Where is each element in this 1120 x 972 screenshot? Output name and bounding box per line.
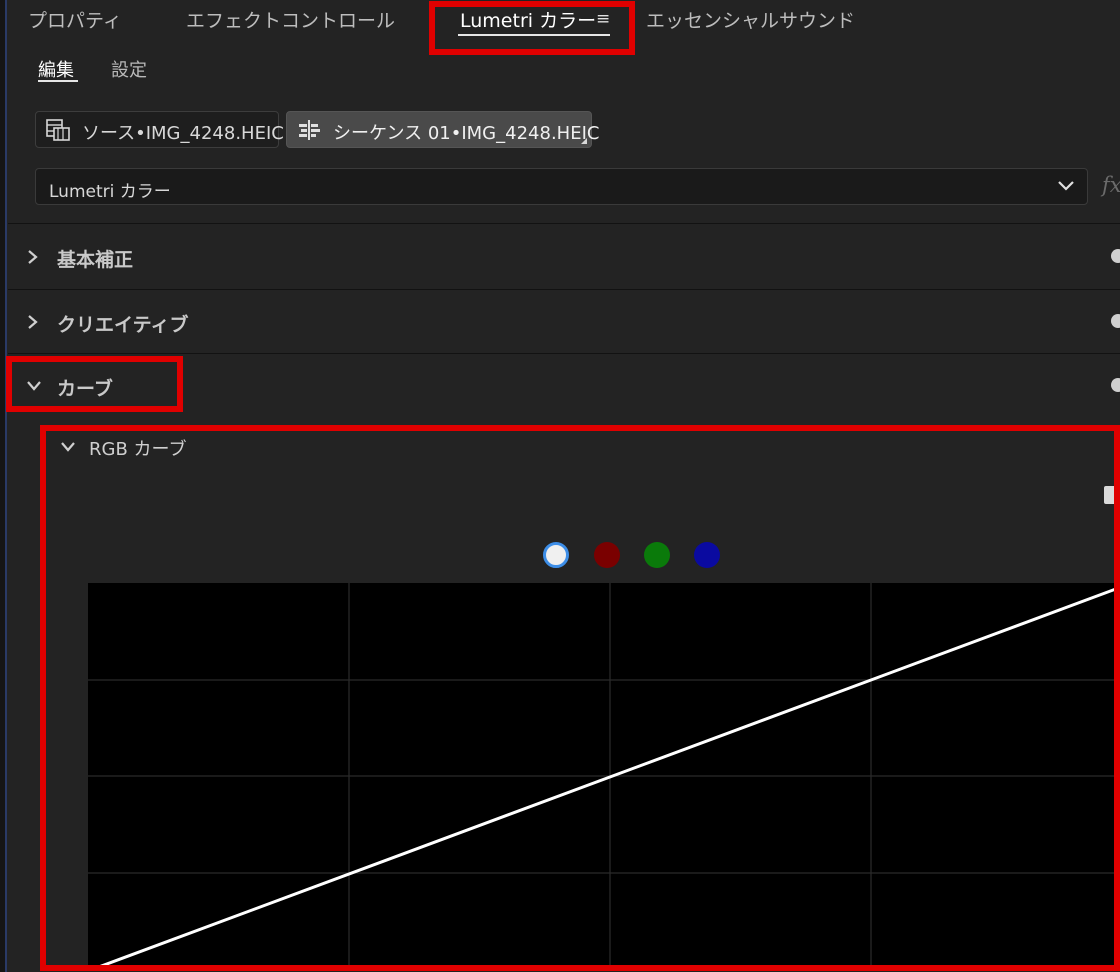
section-toggle-dot[interactable]	[1111, 378, 1120, 392]
sequence-clip-button[interactable]: シーケンス 01•IMG_4248.HEIC	[286, 111, 599, 148]
window-edge	[0, 0, 7, 972]
section-toggle-dot[interactable]	[1111, 314, 1120, 328]
dropdown-corner-icon	[581, 138, 587, 144]
subtab-settings[interactable]: 設定	[111, 56, 147, 82]
section-basic-correction[interactable]: 基本補正	[8, 225, 1120, 289]
highlight-box-lumetri-tab	[429, 1, 635, 55]
chevron-right-icon	[28, 315, 38, 329]
section-divider	[8, 223, 1120, 224]
tab-effect-controls[interactable]: エフェクトコントロール	[186, 6, 395, 33]
section-creative[interactable]: クリエイティブ	[8, 290, 1120, 354]
highlight-box-rgb-curves	[40, 425, 1120, 971]
sequence-icon	[299, 120, 320, 140]
tab-properties[interactable]: プロパティ	[28, 6, 122, 33]
section-title: 基本補正	[57, 249, 134, 271]
effect-preset-value: Lumetri カラー	[49, 182, 171, 202]
highlight-box-curves	[6, 356, 183, 412]
sequence-clip-label: シーケンス 01•IMG_4248.HEIC	[333, 123, 600, 144]
chevron-right-icon	[28, 250, 38, 264]
section-title: クリエイティブ	[57, 314, 189, 336]
source-clip-button[interactable]: ソース•IMG_4248.HEIC	[35, 111, 284, 148]
chevron-down-icon	[1058, 181, 1074, 191]
active-subtab-indicator	[38, 80, 78, 82]
effect-preset-dropdown[interactable]: Lumetri カラー	[35, 168, 1088, 205]
source-clip-label: ソース•IMG_4248.HEIC	[82, 123, 284, 144]
fx-icon[interactable]: fx	[1102, 173, 1120, 197]
subtab-edit[interactable]: 編集	[38, 56, 74, 82]
clip-film-icon	[46, 119, 70, 141]
section-toggle-dot[interactable]	[1111, 249, 1120, 263]
tab-essential-sound[interactable]: エッセンシャルサウンド	[646, 6, 855, 33]
